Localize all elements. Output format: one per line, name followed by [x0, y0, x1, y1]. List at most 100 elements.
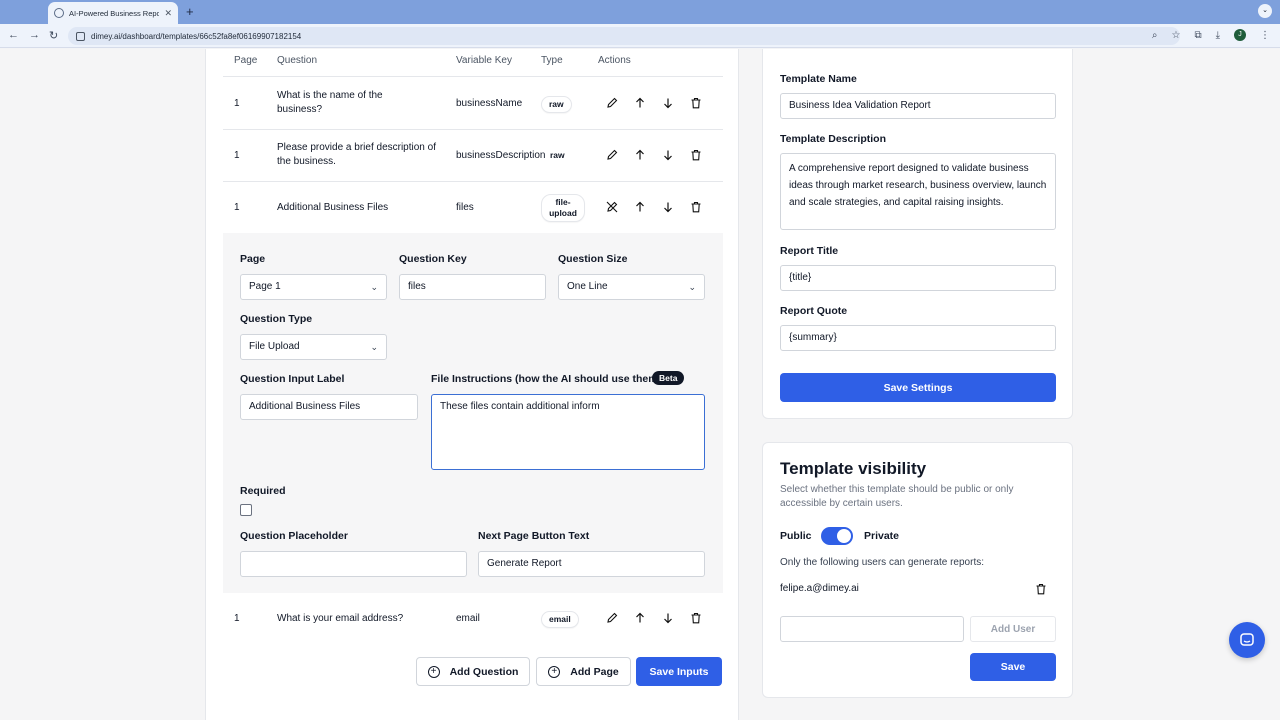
- report-title-input[interactable]: {title}: [780, 265, 1056, 291]
- zoom-icon[interactable]: ⌕: [1152, 30, 1158, 41]
- url-text: dimey.ai/dashboard/templates/66c52fa8ef0…: [91, 31, 302, 41]
- beta-badge: Beta: [652, 371, 685, 385]
- move-up-icon[interactable]: [634, 612, 646, 624]
- table-row: 1 Please provide a brief description of …: [223, 130, 723, 182]
- toggle-knob: [837, 529, 851, 543]
- edit-pencil-icon[interactable]: [606, 149, 618, 161]
- template-description-label: Template Description: [780, 133, 886, 145]
- tab-title: AI-Powered Business Reports: [69, 8, 160, 18]
- row-page: 1: [234, 613, 240, 624]
- close-edit-icon[interactable]: [606, 201, 618, 213]
- col-type: Type: [541, 55, 563, 66]
- move-down-icon[interactable]: [662, 97, 674, 109]
- type-badge: file-upload: [541, 194, 585, 222]
- users-note: Only the following users can generate re…: [780, 557, 984, 568]
- plus-circle-icon: +: [427, 665, 440, 678]
- profile-avatar[interactable]: J: [1234, 29, 1246, 41]
- download-icon[interactable]: ⤓: [1216, 30, 1220, 41]
- table-row: 1 What is the name of the business? busi…: [223, 78, 723, 130]
- add-question-button[interactable]: + Add Question: [416, 657, 530, 686]
- file-instructions-textarea[interactable]: These files contain additional inform: [431, 394, 705, 470]
- type-badge: email: [541, 611, 579, 628]
- public-label: Public: [780, 530, 812, 542]
- move-up-icon[interactable]: [634, 201, 646, 213]
- delete-trash-icon[interactable]: [690, 201, 702, 213]
- question-key-label: Question Key: [399, 253, 467, 265]
- save-settings-button[interactable]: Save Settings: [780, 373, 1056, 402]
- required-checkbox[interactable]: [240, 504, 252, 516]
- browser-tab-bar: AI-Powered Business Reports ✕ + ⌄: [0, 0, 1280, 24]
- visibility-title: Template visibility: [780, 459, 927, 478]
- col-actions: Actions: [598, 55, 631, 66]
- plus-circle-icon: +: [548, 665, 561, 678]
- template-description-textarea[interactable]: A comprehensive report designed to valid…: [780, 153, 1056, 230]
- add-page-label: Add Page: [570, 665, 619, 678]
- add-user-button[interactable]: Add User: [970, 616, 1056, 642]
- edit-pencil-icon[interactable]: [606, 612, 618, 624]
- chevron-down-icon: ⌄: [370, 342, 378, 352]
- row-question: Additional Business Files: [277, 202, 389, 213]
- question-size-value: One Line: [567, 281, 608, 292]
- placeholder-input[interactable]: [240, 551, 467, 577]
- edit-pencil-icon[interactable]: [606, 97, 618, 109]
- page: Page Question Variable Key Type Actions …: [0, 49, 1280, 720]
- add-question-label: Add Question: [449, 665, 519, 678]
- next-button-text-input[interactable]: Generate Report: [478, 551, 705, 577]
- row-page: 1: [234, 150, 240, 161]
- report-quote-input[interactable]: {summary}: [780, 325, 1056, 351]
- move-down-icon[interactable]: [662, 201, 674, 213]
- questions-panel: Page Question Variable Key Type Actions …: [205, 49, 739, 720]
- move-up-icon[interactable]: [634, 97, 646, 109]
- add-user-email-input[interactable]: [780, 616, 964, 642]
- type-badge: raw: [550, 150, 565, 160]
- address-bar[interactable]: dimey.ai/dashboard/templates/66c52fa8ef0…: [68, 27, 1180, 45]
- site-info-icon[interactable]: [76, 31, 85, 41]
- page-field-label: Page: [240, 253, 266, 265]
- new-tab-icon[interactable]: +: [186, 4, 194, 19]
- question-type-select[interactable]: File Upload ⌄: [240, 334, 387, 360]
- template-settings-card: Template Name Business Idea Validation R…: [762, 49, 1073, 419]
- extensions-icon[interactable]: ⧉: [1194, 30, 1201, 41]
- delete-trash-icon[interactable]: [690, 149, 702, 161]
- chevron-down-icon: ⌄: [688, 282, 696, 292]
- next-button-text-label: Next Page Button Text: [478, 530, 590, 542]
- report-quote-label: Report Quote: [780, 305, 848, 317]
- row-page: 1: [234, 202, 240, 213]
- save-inputs-button[interactable]: Save Inputs: [636, 657, 722, 686]
- page-select[interactable]: Page 1 ⌄: [240, 274, 387, 300]
- add-page-button[interactable]: + Add Page: [536, 657, 631, 686]
- file-instructions-label: File Instructions (how the AI should use…: [431, 373, 662, 385]
- row-question: Please provide a brief description of th…: [277, 142, 436, 167]
- chat-support-button[interactable]: [1229, 622, 1265, 658]
- type-badge: raw: [541, 96, 572, 113]
- delete-trash-icon[interactable]: [690, 97, 702, 109]
- question-size-select[interactable]: One Line ⌄: [558, 274, 705, 300]
- question-size-label: Question Size: [558, 253, 628, 265]
- bookmark-star-icon[interactable]: ☆: [1171, 30, 1180, 41]
- question-editor: Page Page 1 ⌄ Question Key files Questio…: [223, 233, 723, 593]
- tab-search-icon[interactable]: ⌄: [1258, 4, 1272, 18]
- row-page: 1: [234, 98, 240, 109]
- browser-tab[interactable]: AI-Powered Business Reports ✕: [48, 2, 178, 24]
- template-name-label: Template Name: [780, 73, 857, 85]
- public-private-toggle[interactable]: [821, 527, 853, 545]
- back-icon[interactable]: ←: [8, 29, 19, 41]
- visibility-description: Select whether this template should be p…: [780, 484, 1014, 509]
- allowed-user-email: felipe.a@dimey.ai: [780, 583, 859, 594]
- delete-trash-icon[interactable]: [690, 612, 702, 624]
- input-label-field[interactable]: Additional Business Files: [240, 394, 418, 420]
- remove-user-trash-icon[interactable]: [1035, 583, 1047, 595]
- move-down-icon[interactable]: [662, 149, 674, 161]
- close-tab-icon[interactable]: ✕: [164, 8, 172, 19]
- reload-icon[interactable]: ↻: [49, 29, 58, 42]
- move-up-icon[interactable]: [634, 149, 646, 161]
- chat-icon: [1240, 633, 1254, 646]
- forward-icon[interactable]: →: [29, 29, 40, 41]
- required-label: Required: [240, 485, 286, 497]
- table-row: 1 Additional Business Files files file-u…: [223, 182, 723, 234]
- save-visibility-button[interactable]: Save: [970, 653, 1056, 681]
- move-down-icon[interactable]: [662, 612, 674, 624]
- question-key-input[interactable]: files: [399, 274, 546, 300]
- template-name-input[interactable]: Business Idea Validation Report: [780, 93, 1056, 119]
- browser-menu-icon[interactable]: ⋮: [1260, 30, 1270, 41]
